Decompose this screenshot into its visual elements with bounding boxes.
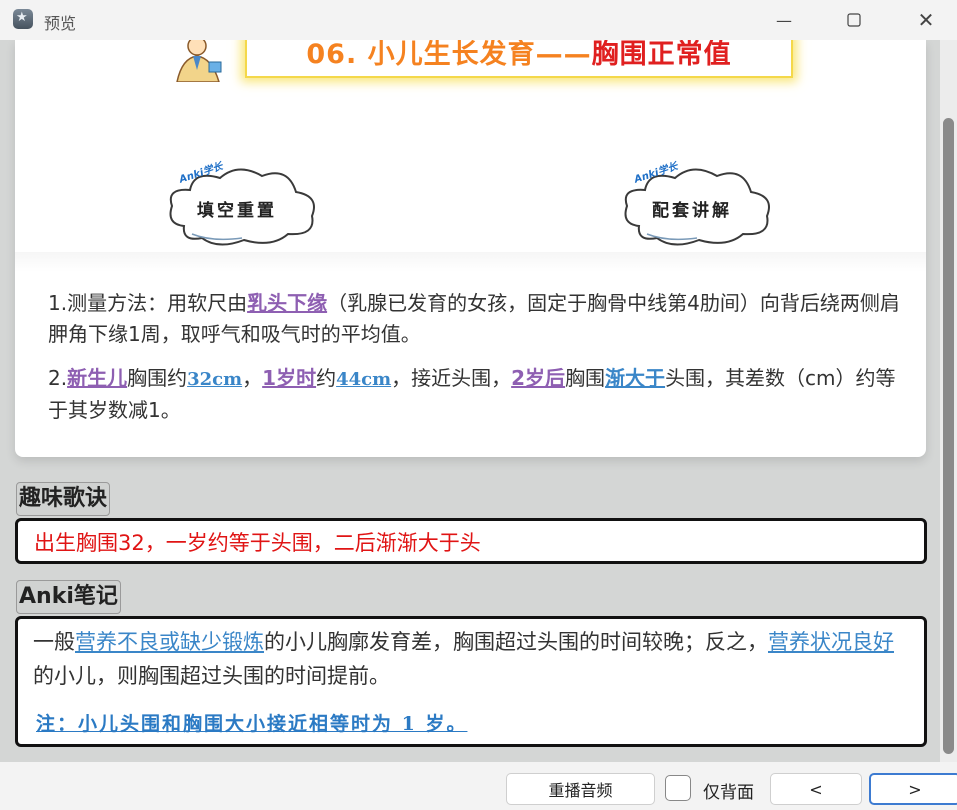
replay-audio-button[interactable]: 重播音频: [506, 773, 655, 805]
title-bar: 预览 — ✕: [0, 0, 957, 40]
banner-number: 06. 小儿生长发育——: [306, 40, 592, 70]
close-button[interactable]: ✕: [902, 0, 950, 40]
text: 2.: [48, 366, 68, 390]
minimize-button[interactable]: —: [760, 0, 808, 40]
section-label-notes: Anki笔记: [16, 580, 121, 614]
highlight: 营养不良或缺少锻炼: [75, 630, 264, 654]
cloze-answer: 渐大于: [605, 366, 666, 390]
text: 的小儿胸廓发育差，胸围超过头围的时间较晚；反之，: [264, 630, 768, 654]
divider: [15, 252, 926, 272]
mnemonic-text: 出生胸围32，一岁约等于头围，二后渐渐大于头: [34, 531, 481, 555]
cloze-answer: 1岁时: [262, 366, 317, 390]
app-icon: [13, 9, 33, 29]
maximize-button[interactable]: [830, 0, 878, 40]
text: 胸围约: [127, 366, 188, 390]
cloze-answer: 32cm: [187, 369, 243, 390]
back-only-label: 仅背面: [703, 783, 754, 803]
paragraph-values: 2.新生儿胸围约32cm，1岁时约44cm，接近头围，2岁后胸围渐大于头围，其差…: [48, 363, 908, 426]
cloze-answer: 44cm: [336, 369, 392, 390]
section-label-mnemonic: 趣味歌诀: [16, 482, 111, 516]
notes-box: 一般营养不良或缺少锻炼的小儿胸廓发育差，胸围超过头围的时间较晚；反之，营养状况良…: [15, 616, 927, 747]
text: ，: [242, 366, 263, 390]
banner-subject: 胸围正常值: [591, 40, 732, 70]
notes-text: 一般营养不良或缺少锻炼的小儿胸廓发育差，胸围超过头围的时间较晚；反之，营养状况良…: [33, 625, 913, 693]
cloze-answer: 新生儿: [67, 366, 128, 390]
scroll-thumb[interactable]: [943, 118, 954, 754]
next-button[interactable]: >: [869, 773, 957, 805]
text: 一般: [33, 630, 75, 654]
back-only-checkbox[interactable]: [665, 775, 691, 801]
highlight: 营养状况良好: [768, 630, 894, 654]
cloud-label: 配套讲解: [652, 201, 732, 221]
maximize-icon: [847, 13, 861, 27]
paragraph-measurement: 1.测量方法：用软尺由乳头下缘（乳腺已发育的女孩，固定于胸骨中线第4肋间）向背后…: [48, 288, 908, 350]
reset-cloze-button[interactable]: Anki学长 填空重置: [162, 156, 322, 251]
text: 约: [316, 366, 337, 390]
text: 胸围: [565, 366, 606, 390]
notes-footnote: 注：小儿头围和胸围大小接近相等时为 1 岁。: [36, 713, 468, 735]
explanation-cloud-button[interactable]: Anki学长 配套讲解: [617, 156, 777, 251]
card-preview: 06. 小儿生长发育——胸围正常值 Anki学长 填空重置 Anki学长 配套讲…: [0, 40, 940, 762]
teacher-figure-icon: [176, 40, 222, 82]
cloud-label: 填空重置: [197, 201, 277, 221]
previous-button[interactable]: <: [770, 773, 862, 805]
cloze-answer: 乳头下缘: [247, 291, 328, 315]
vertical-scrollbar[interactable]: [940, 40, 957, 762]
text: 1.测量方法：用软尺由: [48, 291, 248, 315]
bottom-toolbar: 重播音频 仅背面 < >: [0, 762, 957, 810]
window-title: 预览: [44, 14, 77, 33]
cloze-answer: 2岁后: [511, 366, 566, 390]
title-banner: 06. 小儿生长发育——胸围正常值: [245, 40, 793, 78]
card-front: 06. 小儿生长发育——胸围正常值 Anki学长 填空重置 Anki学长 配套讲…: [15, 40, 926, 457]
text: ，接近头围，: [391, 366, 512, 390]
mnemonic-box: 出生胸围32，一岁约等于头围，二后渐渐大于头: [15, 518, 927, 564]
text: 的小儿，则胸围超过头围的时间提前。: [33, 664, 390, 688]
